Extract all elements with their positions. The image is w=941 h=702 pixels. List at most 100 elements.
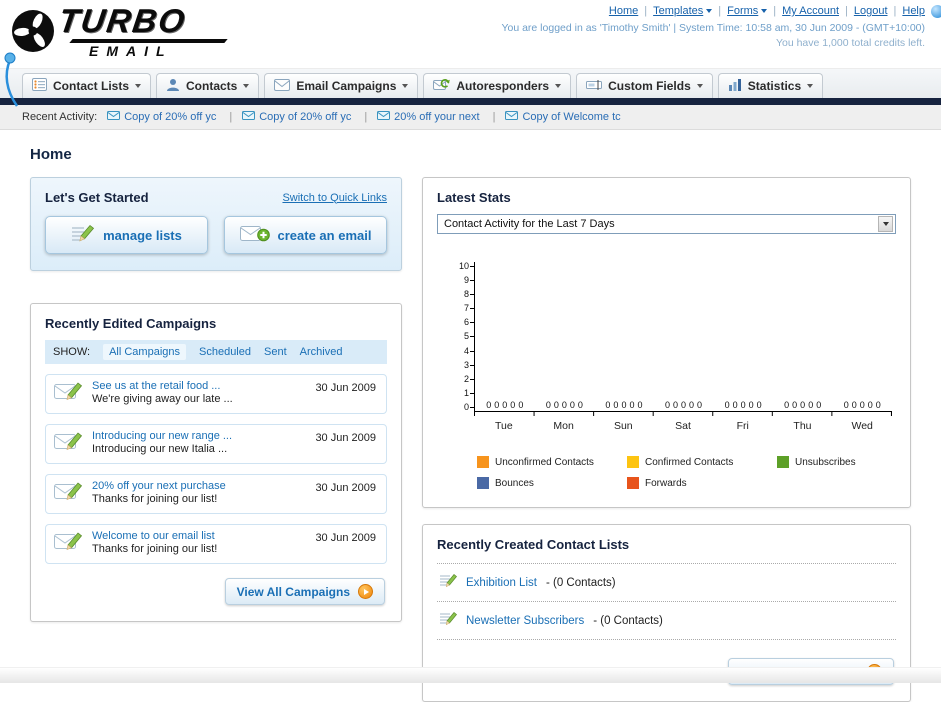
chart-value-label: 0 <box>843 400 849 410</box>
legend-label: Unconfirmed Contacts <box>495 456 594 468</box>
chart-y-tick-label: 8 <box>451 290 474 299</box>
header-utility-area: Home Templates Forms My Account Logout H… <box>501 5 925 49</box>
chart-value-group: 00000 <box>832 400 892 411</box>
legend-swatch <box>777 456 789 468</box>
nav-link-templates[interactable]: Templates <box>653 5 713 17</box>
legend-item: Forwards <box>627 477 777 489</box>
recent-activity-item[interactable]: Copy of 20% off yc <box>242 111 367 123</box>
chart-value-label: 0 <box>784 400 790 410</box>
chevron-down-icon <box>135 84 142 88</box>
stats-range-value: Contact Activity for the Last 7 Days <box>444 218 615 230</box>
chevron-down-icon <box>761 9 768 13</box>
contact-lists-title: Recently Created Contact Lists <box>437 537 630 552</box>
legend-label: Confirmed Contacts <box>645 456 734 468</box>
contact-list-row: Exhibition List - (0 Contacts) <box>437 564 896 602</box>
chart-groups: 00000000000000000000000000000000000 <box>475 400 892 411</box>
view-all-campaigns-button[interactable]: View All Campaigns <box>224 578 385 605</box>
contact-activity-chart: 10 9 8 7 6 5 4 3 2 1 0 000000000000000000000000000… <box>451 262 892 432</box>
chart-category-label: Mon <box>553 420 574 432</box>
tab-email-campaigns[interactable]: Email Campaigns <box>264 73 419 98</box>
nav-link-home[interactable]: Home <box>609 5 638 17</box>
chart-value-label: 0 <box>569 400 575 410</box>
campaign-title-link[interactable]: Welcome to our email list <box>92 530 217 542</box>
chart-category-label: Sat <box>675 420 691 432</box>
chevron-down-icon <box>402 84 409 88</box>
chart-value-label: 0 <box>553 400 559 410</box>
chart-value-group: 00000 <box>773 400 833 411</box>
chart-value-group: 00000 <box>594 400 654 411</box>
contact-list-link[interactable]: Exhibition List <box>466 577 537 589</box>
envelope-icon <box>274 78 291 94</box>
nav-link-my-account[interactable]: My Account <box>782 5 839 17</box>
chart-value-label: 0 <box>859 400 865 410</box>
campaign-row: Welcome to our email list Thanks for joi… <box>45 524 387 564</box>
chart-category-label: Thu <box>793 420 812 432</box>
envelope-icon <box>242 111 256 123</box>
campaign-date: 30 Jun 2009 <box>315 532 376 544</box>
contact-list-count: - (0 Contacts) <box>545 576 616 589</box>
tab-autoresponders[interactable]: Autoresponders <box>423 73 572 98</box>
logo-swoosh <box>69 39 228 43</box>
campaign-title-link[interactable]: Introducing our new range ... <box>92 430 232 442</box>
tab-contact-lists[interactable]: Contact Lists <box>22 73 152 98</box>
recent-activity-item[interactable]: Copy of 20% off yc <box>107 111 232 123</box>
chart-y-tick-label: 10 <box>451 262 474 271</box>
campaign-row: Introducing our new range ... Introducin… <box>45 424 387 464</box>
campaign-row: See us at the retail food ... We're givi… <box>45 374 387 414</box>
recent-activity-bar: Recent Activity: Copy of 20% off yc Copy… <box>0 105 941 130</box>
chart-value-label: 0 <box>740 400 746 410</box>
nav-link-forms[interactable]: Forms <box>727 5 768 17</box>
campaign-subtitle: Thanks for joining our list! <box>92 493 218 505</box>
recent-activity-item[interactable]: 20% off your next <box>377 111 495 123</box>
filter-sent[interactable]: Sent <box>264 346 287 358</box>
tab-statistics[interactable]: Statistics <box>717 73 824 98</box>
custom-field-icon <box>586 79 603 94</box>
chevron-down-icon <box>706 9 713 13</box>
chart-y-tick-label: 0 <box>451 402 474 412</box>
campaign-title-link[interactable]: 20% off your next purchase <box>92 480 226 492</box>
contact-list-row: Newsletter Subscribers - (0 Contacts) <box>437 602 896 640</box>
contact-lists-list: Exhibition List - (0 Contacts) Newslette… <box>437 563 896 640</box>
chart-value-label: 0 <box>724 400 730 410</box>
create-email-button[interactable]: create an email <box>224 216 387 254</box>
show-label: SHOW: <box>53 346 91 358</box>
chart-y-tick-label: 7 <box>451 304 474 313</box>
latest-stats-panel: Latest Stats Contact Activity for the La… <box>422 177 911 508</box>
filter-archived[interactable]: Archived <box>300 346 343 358</box>
filter-scheduled[interactable]: Scheduled <box>199 346 251 358</box>
chart-x-ticks <box>474 412 892 416</box>
chart-value-label: 0 <box>621 400 627 410</box>
legend-swatch <box>477 477 489 489</box>
campaign-subtitle: Introducing our new Italia ... <box>92 443 228 455</box>
nav-link-help[interactable]: Help <box>902 5 925 17</box>
chart-y-tick-label: 6 <box>451 318 474 327</box>
stats-range-select[interactable]: Contact Activity for the Last 7 Days <box>437 214 896 234</box>
autoresponder-icon <box>433 78 451 94</box>
tab-contacts[interactable]: Contacts <box>156 73 260 98</box>
arrow-circle-icon <box>358 584 373 599</box>
campaign-filter-bar: SHOW: All Campaigns Scheduled Sent Archi… <box>45 340 387 364</box>
switch-quick-links[interactable]: Switch to Quick Links <box>282 192 387 204</box>
get-started-panel: Let's Get Started Switch to Quick Links … <box>30 177 402 271</box>
bar-chart-icon <box>728 78 742 94</box>
chart-value-group: 00000 <box>713 400 773 411</box>
chart-value-label: 0 <box>851 400 857 410</box>
chart-value-label: 0 <box>756 400 762 410</box>
contact-list-link[interactable]: Newsletter Subscribers <box>466 615 584 627</box>
manage-lists-button[interactable]: manage lists <box>45 216 208 254</box>
tab-custom-fields[interactable]: Custom Fields <box>576 73 713 98</box>
legend-item: Confirmed Contacts <box>627 456 777 468</box>
recent-activity-item[interactable]: Copy of Welcome tc <box>505 111 621 123</box>
legend-label: Unsubscribes <box>795 456 856 468</box>
header: TURBO EMAIL Home Templates Forms My Acco… <box>0 0 941 107</box>
campaigns-title: Recently Edited Campaigns <box>45 316 217 331</box>
chart-value-label: 0 <box>697 400 703 410</box>
chart-value-label: 0 <box>510 400 516 410</box>
filter-all-campaigns[interactable]: All Campaigns <box>103 344 186 360</box>
logo-turbo-text: TURBO <box>56 2 189 39</box>
campaign-title-link[interactable]: See us at the retail food ... <box>92 380 233 392</box>
chart-value-label: 0 <box>486 400 492 410</box>
nav-link-logout[interactable]: Logout <box>854 5 888 17</box>
decorative-ball <box>931 5 941 18</box>
pencil-list-icon <box>439 573 457 592</box>
